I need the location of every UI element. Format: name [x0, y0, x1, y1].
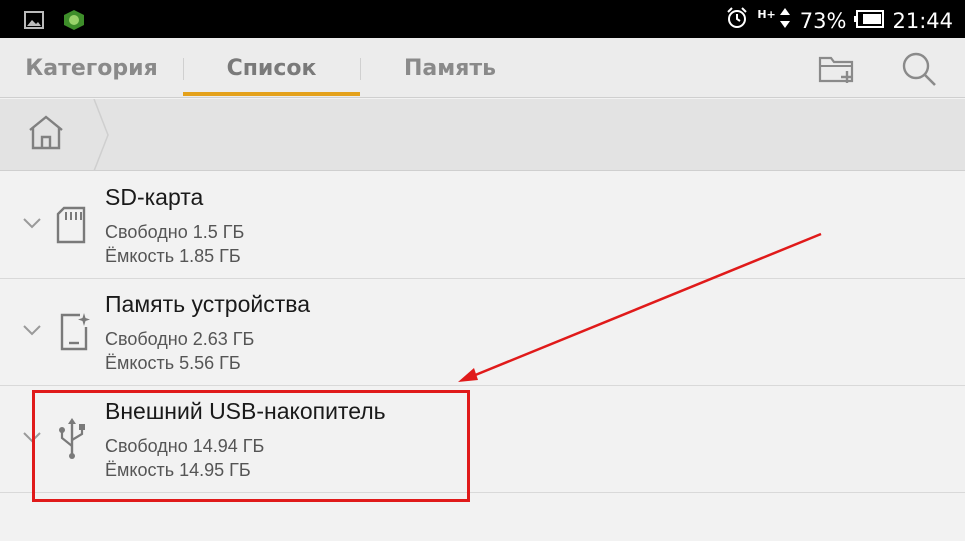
- tab-category[interactable]: Категория: [0, 38, 183, 98]
- clock: 21:44: [892, 8, 953, 33]
- network-type: H+: [757, 8, 776, 21]
- new-folder-button[interactable]: [814, 46, 860, 92]
- battery-icon: [854, 9, 885, 33]
- storage-free: Свободно 14.94 ГБ: [105, 436, 265, 456]
- storage-capacity: Ёмкость 5.56 ГБ: [105, 353, 241, 373]
- search-button[interactable]: [896, 46, 942, 92]
- active-tab-indicator: [183, 92, 360, 96]
- home-icon: [29, 115, 63, 150]
- storage-name: Память устройства: [105, 291, 310, 317]
- breadcrumb-home[interactable]: [0, 98, 110, 172]
- phone-storage-icon: [60, 313, 90, 351]
- tab-memory[interactable]: Память: [360, 38, 540, 98]
- list-item[interactable]: SD-карта Свободно 1.5 ГБ Ёмкость 1.85 ГБ: [0, 172, 965, 279]
- storage-free: Свободно 1.5 ГБ: [105, 222, 245, 242]
- new-folder-icon: [818, 56, 854, 83]
- breadcrumb: [0, 98, 965, 172]
- list-item[interactable]: Память устройства Свободно 2.63 ГБ Ёмкос…: [0, 279, 965, 386]
- gallery-icon: [24, 11, 44, 33]
- signal-icon: [778, 6, 792, 35]
- search-icon: [902, 52, 936, 86]
- tab-bar: Категория Список Память: [0, 38, 965, 98]
- alarm-icon: [725, 6, 749, 35]
- chevron-down-icon: [23, 325, 41, 336]
- usb-icon: [59, 418, 85, 459]
- chevron-down-icon: [23, 218, 41, 229]
- list-item[interactable]: Внешний USB-накопитель Свободно 14.94 ГБ…: [0, 386, 965, 493]
- storage-capacity: Ёмкость 1.85 ГБ: [105, 246, 241, 266]
- android-bug-icon: [62, 9, 86, 35]
- battery-percent: 73%: [799, 8, 847, 33]
- storage-capacity: Ёмкость 14.95 ГБ: [105, 460, 251, 480]
- chevron-down-icon: [23, 432, 41, 443]
- storage-name: SD-карта: [105, 184, 204, 210]
- storage-list: SD-карта Свободно 1.5 ГБ Ёмкость 1.85 ГБ…: [0, 172, 965, 493]
- tab-list[interactable]: Список: [183, 38, 360, 98]
- storage-free: Свободно 2.63 ГБ: [105, 329, 255, 349]
- status-bar: H+ 73% 21:44: [0, 0, 965, 38]
- sd-card-icon: [56, 206, 86, 244]
- storage-name: Внешний USB-накопитель: [105, 398, 386, 424]
